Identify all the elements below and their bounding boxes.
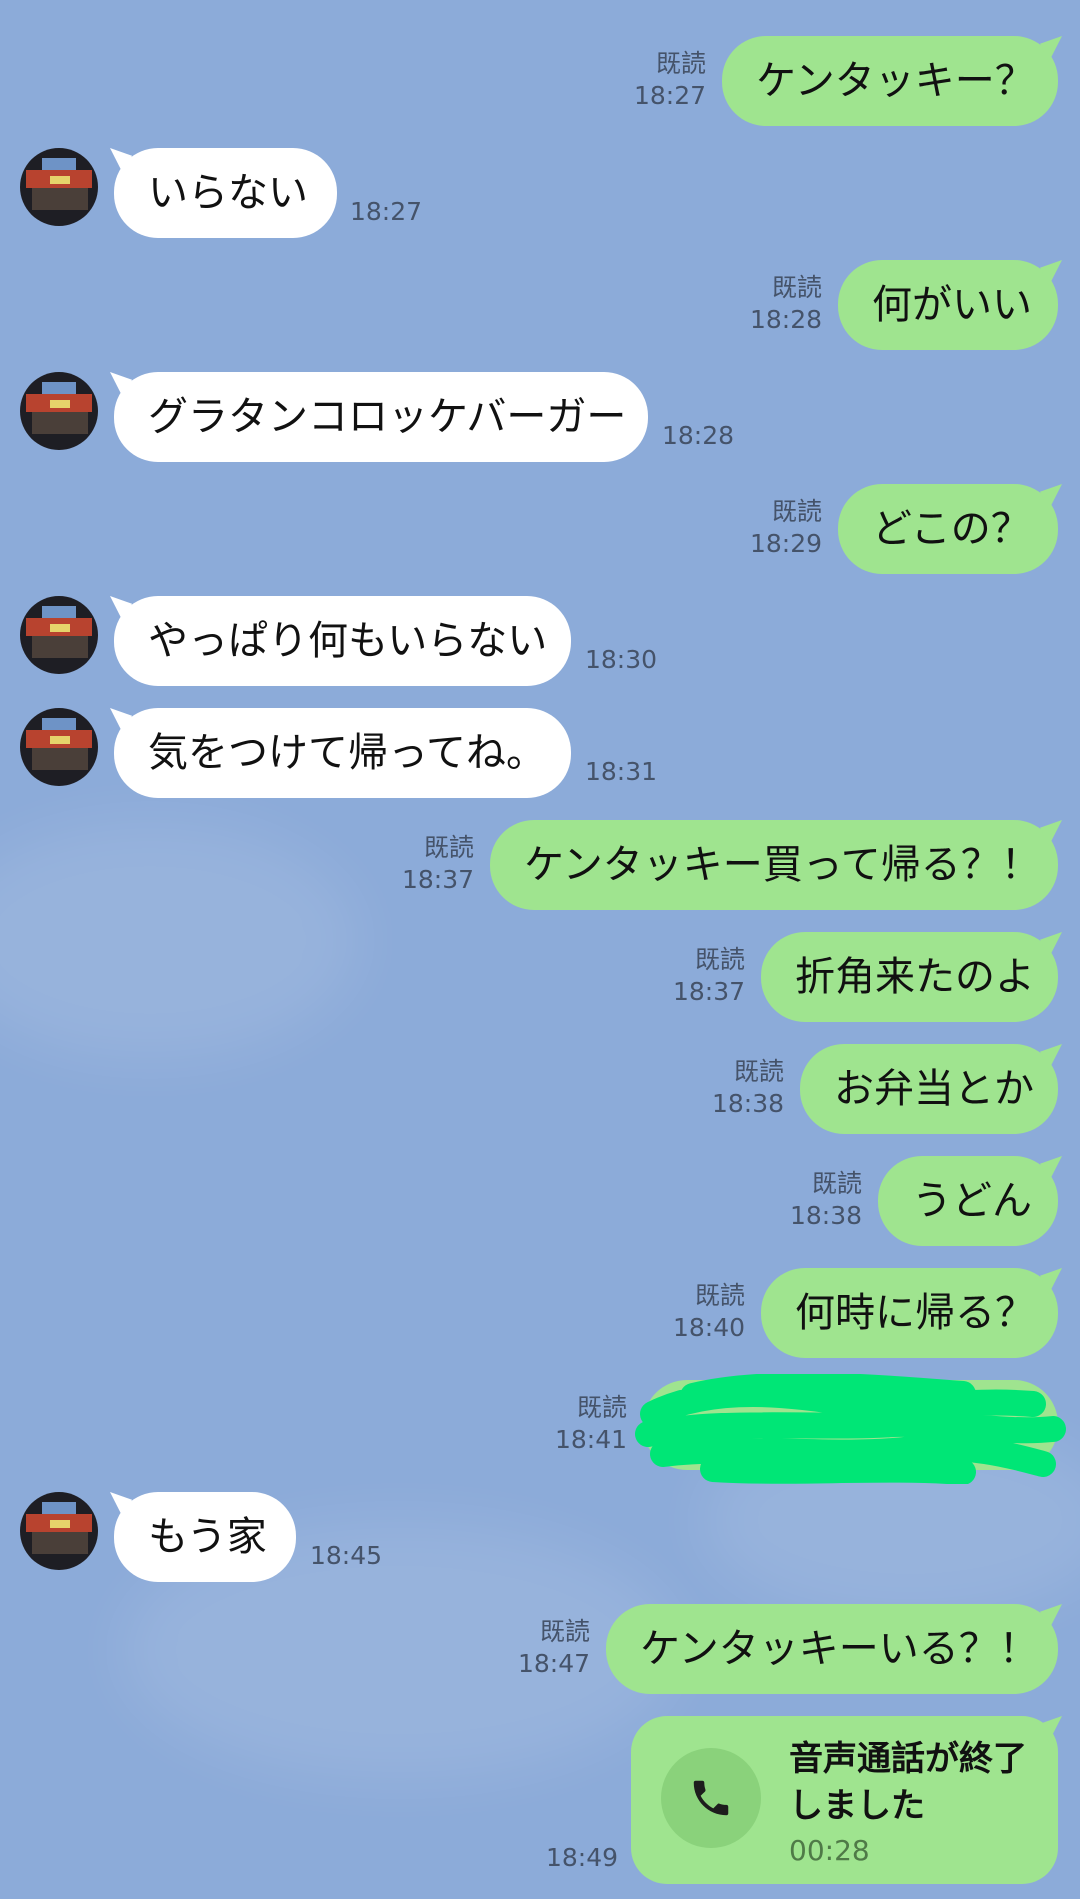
outgoing-message-bubble[interactable]: 何がいい bbox=[838, 260, 1058, 350]
contact-avatar[interactable] bbox=[20, 708, 98, 786]
message-time: 18:47 bbox=[517, 1649, 590, 1678]
incoming-message-bubble[interactable]: いらない bbox=[114, 148, 337, 238]
read-status: 既読 bbox=[694, 945, 745, 974]
message-meta: 既読 18:37 bbox=[673, 944, 745, 1008]
read-status: 既読 bbox=[811, 1169, 862, 1198]
incoming-message-bubble[interactable]: やっぱり何もいらない bbox=[114, 596, 571, 686]
message-time: 18:28 bbox=[662, 421, 735, 450]
message-time: 18:27 bbox=[350, 197, 423, 226]
message-meta: 既読 18:40 bbox=[673, 1280, 745, 1344]
read-status: 既読 bbox=[771, 273, 822, 302]
phone-icon bbox=[661, 1748, 761, 1848]
incoming-message-bubble[interactable]: 気をつけて帰ってね。 bbox=[114, 708, 571, 798]
outgoing-message-bubble[interactable]: ケンタッキーいる？！ bbox=[606, 1604, 1058, 1694]
read-status: 既読 bbox=[576, 1393, 627, 1422]
message-time: 18:49 bbox=[545, 1843, 618, 1872]
outgoing-message-bubble[interactable]: ケンタッキー買って帰る？！ bbox=[490, 820, 1058, 910]
message-meta: 既読 18:37 bbox=[402, 832, 474, 896]
contact-avatar[interactable] bbox=[20, 596, 98, 674]
read-status: 既読 bbox=[539, 1617, 590, 1646]
call-duration: 00:28 bbox=[789, 1834, 870, 1867]
contact-avatar[interactable] bbox=[20, 1492, 98, 1570]
contact-avatar[interactable] bbox=[20, 148, 98, 226]
message-time: 18:37 bbox=[401, 865, 474, 894]
incoming-message-bubble[interactable]: グラタンコロッケバーガー bbox=[114, 372, 648, 462]
message-meta: 既読 18:27 bbox=[634, 48, 706, 112]
message-time: 18:38 bbox=[789, 1201, 862, 1230]
read-status: 既読 bbox=[655, 49, 706, 78]
outgoing-message-bubble[interactable]: お弁当とか bbox=[800, 1044, 1058, 1134]
call-ended-bubble[interactable]: 音声通話が終了しました 00:28 bbox=[631, 1716, 1058, 1884]
contact-avatar[interactable] bbox=[20, 372, 98, 450]
message-time: 18:40 bbox=[672, 1313, 745, 1342]
message-time: 18:41 bbox=[554, 1425, 627, 1454]
message-time: 18:45 bbox=[310, 1541, 383, 1570]
call-title: 音声通話が終了しました bbox=[789, 1739, 1027, 1826]
message-meta: 既読 18:38 bbox=[790, 1168, 862, 1232]
message-time: 18:31 bbox=[585, 757, 658, 786]
message-meta: 既読 18:41 bbox=[555, 1392, 627, 1456]
read-status: 既読 bbox=[733, 1057, 784, 1086]
redacted-message-bubble[interactable] bbox=[635, 1374, 1066, 1484]
outgoing-message-bubble[interactable]: ケンタッキー？ bbox=[722, 36, 1058, 126]
message-time: 18:28 bbox=[749, 305, 822, 334]
message-time: 18:29 bbox=[749, 529, 822, 558]
read-status: 既読 bbox=[423, 833, 474, 862]
outgoing-message-bubble[interactable]: うどん bbox=[878, 1156, 1058, 1246]
message-meta: 既読 18:28 bbox=[750, 272, 822, 336]
message-time: 18:38 bbox=[711, 1089, 784, 1118]
outgoing-message-bubble[interactable]: 何時に帰る？ bbox=[761, 1268, 1058, 1358]
outgoing-message-bubble[interactable]: 折角来たのよ bbox=[761, 932, 1058, 1022]
message-meta: 既読 18:38 bbox=[712, 1056, 784, 1120]
redaction-scribble bbox=[635, 1374, 1066, 1484]
read-status: 既読 bbox=[694, 1281, 745, 1310]
message-time: 18:30 bbox=[585, 645, 658, 674]
read-status: 既読 bbox=[771, 497, 822, 526]
incoming-message-bubble[interactable]: もう家 bbox=[114, 1492, 296, 1582]
message-meta: 既読 18:47 bbox=[518, 1616, 590, 1680]
message-time: 18:37 bbox=[672, 977, 745, 1006]
outgoing-message-bubble[interactable]: どこの？ bbox=[838, 484, 1058, 574]
message-meta: 既読 18:29 bbox=[750, 496, 822, 560]
message-time: 18:27 bbox=[633, 81, 706, 110]
